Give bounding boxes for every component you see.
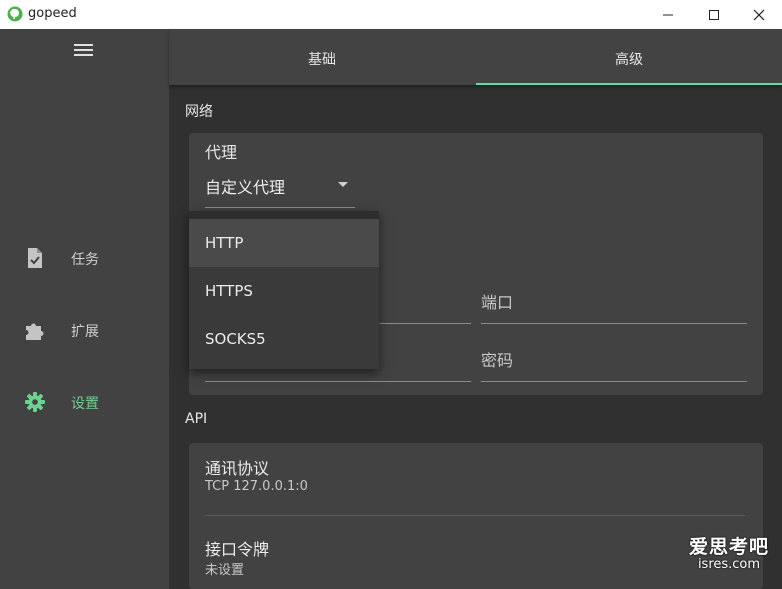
api-card: 通讯协议 TCP 127.0.0.1:0 接口令牌 未设置	[189, 443, 763, 589]
puzzle-icon	[26, 323, 44, 340]
task-file-icon	[28, 248, 42, 268]
tab-advanced[interactable]: 高级	[476, 29, 782, 85]
app-title: gopeed	[28, 6, 77, 21]
api-divider	[205, 515, 745, 516]
watermark: 爱思考吧 isres.com	[686, 532, 772, 572]
dropdown-option-https[interactable]: HTTPS	[189, 267, 379, 315]
network-section-title: 网络	[185, 104, 213, 120]
port-placeholder: 端口	[481, 293, 514, 312]
gear-icon	[25, 392, 45, 412]
api-protocol-item[interactable]: 通讯协议 TCP 127.0.0.1:0	[189, 443, 763, 513]
proxy-select[interactable]: 自定义代理	[205, 169, 355, 209]
menu-button[interactable]	[73, 41, 95, 59]
minimize-button[interactable]	[645, 0, 691, 29]
tab-basic[interactable]: 基础	[169, 29, 475, 85]
password-placeholder: 密码	[481, 351, 514, 370]
close-button[interactable]	[736, 0, 782, 29]
password-field-underline	[481, 381, 747, 382]
sidebar-item-label: 扩展	[71, 324, 99, 340]
username-field-underline	[205, 381, 471, 382]
dropdown-option-socks5[interactable]: SOCKS5	[189, 315, 379, 363]
api-token-value: 未设置	[205, 563, 245, 578]
hamburger-menu-icon	[74, 44, 93, 56]
sidebar-item-extensions[interactable]: 扩展	[0, 311, 169, 347]
sidebar-item-label: 设置	[71, 396, 99, 412]
close-icon	[753, 9, 765, 20]
chevron-down-icon	[338, 182, 348, 187]
api-protocol-value: TCP 127.0.0.1:0	[205, 479, 308, 494]
proxy-select-underline	[205, 207, 355, 208]
api-token-title: 接口令牌	[205, 540, 270, 559]
minimize-icon	[663, 14, 673, 15]
proxy-type-dropdown: HTTP HTTPS SOCKS5	[189, 211, 379, 369]
watermark-line2: isres.com	[697, 557, 761, 572]
settings-tabs: 基础 高级	[169, 29, 782, 85]
api-protocol-title: 通讯协议	[205, 459, 270, 478]
window-titlebar: gopeed	[0, 0, 782, 29]
sidebar-item-settings[interactable]: 设置	[0, 383, 169, 419]
proxy-label: 代理	[205, 143, 238, 162]
port-field-underline	[481, 323, 747, 324]
dropdown-top-edge	[189, 211, 379, 219]
dropdown-option-http[interactable]: HTTP	[189, 219, 379, 267]
sidebar: 任务 扩展 设置	[0, 29, 169, 589]
sidebar-item-label: 任务	[71, 252, 99, 268]
password-field[interactable]: 密码	[481, 341, 747, 383]
watermark-line1: 爱思考吧	[688, 536, 769, 558]
port-field[interactable]: 端口	[481, 283, 747, 325]
api-section-title: API	[185, 411, 208, 427]
proxy-selected-value: 自定义代理	[205, 178, 286, 197]
maximize-icon	[709, 9, 719, 20]
api-token-item[interactable]: 接口令牌 未设置	[189, 523, 763, 589]
gopeed-logo-icon	[7, 6, 23, 22]
maximize-button[interactable]	[691, 0, 737, 29]
sidebar-item-tasks[interactable]: 任务	[0, 239, 169, 275]
